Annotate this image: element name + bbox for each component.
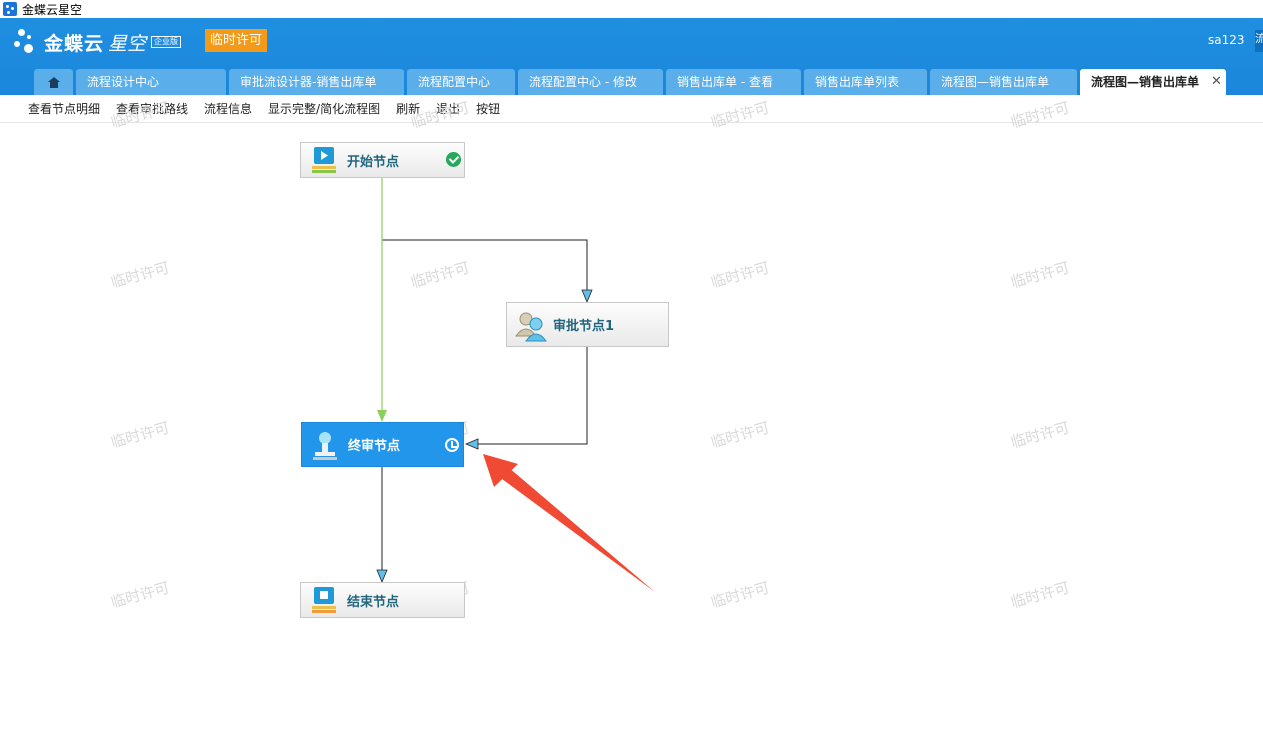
button-menu[interactable]: 按钮	[476, 100, 500, 117]
toggle-full-simplified-button[interactable]: 显示完整/简化流程图	[268, 100, 380, 117]
tab-flowchart-sales-outbound[interactable]: 流程图—销售出库单	[930, 69, 1077, 95]
home-icon	[47, 76, 60, 88]
edge-approve1-to-final	[472, 347, 588, 445]
flow-node-approve1[interactable]: 审批节点1	[506, 302, 669, 347]
close-icon[interactable]: ✕	[1211, 69, 1222, 95]
brand-name: 金蝶云	[44, 32, 105, 55]
toolbar: 查看节点明细 查看审批路线 流程信息 显示完整/简化流程图 刷新 退出 按钮	[0, 95, 1263, 123]
check-circle-icon	[446, 152, 461, 167]
tab-flowchart-sales-outbound-active[interactable]: 流程图—销售出库单 ✕	[1080, 69, 1226, 95]
play-monitor-icon	[309, 145, 339, 175]
flow-node-start[interactable]: 开始节点	[300, 142, 465, 178]
node-label: 终审节点	[348, 439, 401, 454]
tab-flow-design-center[interactable]: 流程设计中心	[76, 69, 226, 95]
header-overflow-button[interactable]: 流	[1255, 30, 1263, 52]
node-label: 结束节点	[347, 594, 400, 610]
tab-flow-config-center[interactable]: 流程配置中心	[407, 69, 515, 95]
annotation-arrow-shaft	[498, 467, 655, 592]
stamp-icon	[310, 430, 340, 460]
flow-node-end[interactable]: 结束节点	[300, 582, 465, 618]
flow-connectors	[376, 144, 655, 592]
user-name[interactable]: sa123	[1208, 33, 1245, 47]
edition-badge: 企业版	[151, 36, 182, 48]
view-approval-route-button[interactable]: 查看审批路线	[116, 100, 188, 117]
flow-info-button[interactable]: 流程信息	[204, 100, 252, 117]
arrowhead	[581, 289, 593, 304]
tab-approval-designer[interactable]: 审批流设计器-销售出库单	[229, 69, 404, 95]
refresh-button[interactable]: 刷新	[396, 100, 420, 117]
edge-start-to-approve1	[381, 178, 588, 296]
brand-product: 星空	[108, 32, 147, 55]
logo-dots-icon	[14, 27, 42, 57]
flow-node-final-approval[interactable]: 终审节点	[301, 422, 464, 467]
flow-canvas: 临时许可 临时许可 临时许可 临时许可 临时许可 临时许可 临时许可 临时许可 …	[0, 99, 1263, 739]
view-node-detail-button[interactable]: 查看节点明细	[28, 100, 100, 117]
arrowhead	[376, 569, 388, 584]
license-badge: 临时许可	[205, 29, 268, 52]
app-header: 金蝶云 星空 企业版 临时许可 sa123 流 流程设计中心 审批流设计器-销售…	[0, 18, 1263, 95]
exit-button[interactable]: 退出	[436, 100, 460, 117]
tab-sales-outbound-list[interactable]: 销售出库单列表	[804, 69, 927, 95]
stop-monitor-icon	[309, 585, 339, 615]
brand-logo: 金蝶云 星空 企业版	[14, 23, 182, 61]
tab-home[interactable]	[34, 69, 73, 95]
tab-flow-config-edit[interactable]: 流程配置中心 - 修改	[518, 69, 663, 95]
window-title: 金蝶云星空	[22, 2, 83, 17]
tab-sales-outbound-view[interactable]: 销售出库单 - 查看	[666, 69, 801, 95]
arrowhead	[464, 438, 479, 450]
clock-icon	[445, 438, 459, 452]
node-label: 开始节点	[347, 154, 400, 170]
arrowhead	[377, 410, 387, 422]
app-logo-icon	[3, 2, 17, 16]
users-icon	[515, 310, 547, 341]
node-label: 审批节点1	[553, 319, 615, 334]
tab-bar: 流程设计中心 审批流设计器-销售出库单 流程配置中心 流程配置中心 - 修改 销…	[34, 69, 1229, 95]
window-titlebar: 金蝶云星空	[0, 0, 1263, 18]
